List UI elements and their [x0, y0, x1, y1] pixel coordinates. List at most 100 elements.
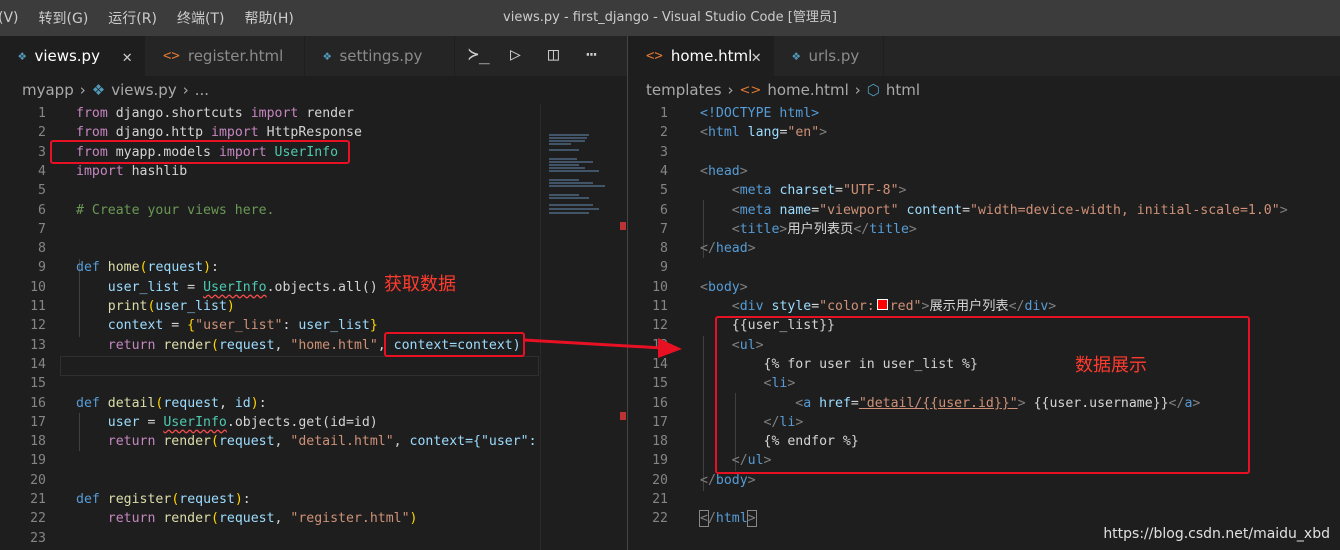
menu-item-run[interactable]: 运行(R) — [108, 8, 157, 28]
code-line: 16 def detail(request, id): — [0, 394, 627, 413]
breadcrumb: myapp › ❖ views.py › ... — [0, 76, 627, 104]
close-icon[interactable]: ✕ — [751, 47, 761, 66]
code-line: 3 — [628, 143, 1340, 162]
variable: request — [218, 511, 275, 527]
breadcrumb: templates › <> home.html › ⬡ html — [628, 76, 1340, 104]
line-number: 2 — [660, 125, 668, 141]
function-name: detail — [107, 395, 156, 411]
tab-label: home.html — [670, 47, 753, 65]
tab-views-py[interactable]: ❖ views.py ✕ — [0, 36, 145, 76]
keyword: import — [76, 163, 124, 179]
line-number: 22 — [30, 511, 46, 527]
tag-name: body — [715, 472, 748, 488]
line-number: 5 — [660, 183, 668, 199]
code-line: 15 — [0, 374, 627, 393]
attribute-value: "UTF-8" — [842, 183, 899, 199]
more-actions-icon[interactable]: ⋯ — [586, 44, 597, 65]
line-number: 17 — [652, 414, 668, 430]
breadcrumb-file[interactable]: home.html — [767, 81, 848, 99]
code-line: 2 <html lang="en"> — [628, 123, 1340, 142]
chevron-right-icon: › — [854, 81, 861, 99]
tab-register-html[interactable]: <> register.html — [145, 36, 305, 76]
identifier: HttpResponse — [266, 125, 362, 141]
menu-item-terminal[interactable]: 终端(T) — [177, 8, 224, 28]
line-number: 9 — [660, 260, 668, 276]
code-line: 5 <meta charset="UTF-8"> — [628, 181, 1340, 200]
variable: request — [218, 434, 275, 450]
string: "detail.html" — [290, 434, 394, 450]
line-number: 19 — [30, 453, 46, 469]
line-number: 7 — [660, 221, 668, 237]
attribute: lang — [747, 125, 780, 141]
python-icon: ❖ — [18, 48, 27, 64]
identifier: UserInfo — [163, 414, 227, 430]
line-number: 16 — [30, 395, 46, 411]
method-call: .objects.get(id=id) — [226, 414, 378, 430]
code-line: 6 <meta name="viewport" content="width=d… — [628, 201, 1340, 220]
breadcrumb-folder[interactable]: templates — [646, 81, 722, 99]
attribute-value: "en" — [787, 125, 820, 141]
annotation-get-data: 获取数据 — [384, 274, 456, 295]
code-line: 11 print(user_list) — [0, 297, 627, 316]
line-number: 10 — [30, 279, 46, 295]
line-number: 23 — [30, 530, 46, 546]
line-number: 12 — [30, 318, 46, 334]
tab-home-html[interactable]: <> home.html ✕ — [628, 36, 774, 76]
tag-name: title — [869, 221, 909, 237]
highlight-box-template — [715, 316, 1250, 474]
menu-item-goto[interactable]: 转到(G) — [39, 8, 89, 28]
identifier: render — [306, 106, 354, 121]
module: django.http — [115, 125, 204, 141]
split-editor-icon[interactable]: ◫ — [548, 44, 559, 65]
tab-label: urls.py — [808, 47, 860, 65]
highlight-box-import — [50, 140, 350, 164]
overview-ruler-error — [620, 412, 626, 420]
code-line: 10 <body> — [628, 278, 1340, 297]
menu-item-help[interactable]: 帮助(H) — [244, 8, 293, 28]
line-number: 21 — [30, 492, 46, 507]
keyword: from — [76, 125, 108, 141]
keyword: def — [76, 260, 100, 276]
breadcrumb-folder[interactable]: myapp — [22, 81, 74, 99]
line-number: 10 — [652, 279, 668, 295]
python-icon: ❖ — [792, 48, 801, 64]
tab-label: register.html — [187, 47, 284, 65]
tag-name: html — [707, 125, 740, 141]
attribute-value: "viewport" — [819, 202, 899, 218]
line-number: 4 — [660, 163, 668, 179]
cube-icon: ⬡ — [866, 81, 880, 99]
annotation-arrow — [523, 338, 682, 358]
minimap[interactable] — [540, 104, 611, 550]
parameter: id — [234, 395, 251, 411]
tag-name: meta — [739, 202, 772, 218]
code-line: 8 — [0, 239, 627, 258]
breadcrumb-symbol[interactable]: ... — [195, 81, 209, 99]
code-line: 7 <title>用户列表页</title> — [628, 220, 1340, 239]
breadcrumb-symbol[interactable]: html — [886, 81, 920, 99]
run-in-terminal-icon[interactable]: ≻_ — [468, 44, 490, 65]
function-name: home — [107, 260, 140, 276]
close-icon[interactable]: ✕ — [122, 47, 132, 66]
tag-name: div — [1024, 299, 1049, 314]
line-number: 4 — [38, 163, 46, 179]
line-number: 22 — [652, 511, 668, 527]
tab-label: views.py — [34, 47, 100, 65]
tag-name: head — [707, 163, 740, 179]
html-icon: <> — [739, 82, 762, 98]
line-number: 18 — [652, 434, 668, 450]
breadcrumb-file[interactable]: views.py — [111, 81, 177, 99]
title-bar: (V) 转到(G) 运行(R) 终端(T) 帮助(H) views.py - f… — [0, 0, 1340, 36]
line-number: 20 — [30, 472, 46, 488]
code-line: 21 def register(request): — [0, 490, 627, 509]
tab-settings-py[interactable]: ❖ settings.py — [305, 36, 455, 76]
line-number: 19 — [652, 453, 668, 469]
module: hashlib — [131, 163, 188, 179]
menu-item-view[interactable]: (V) — [0, 10, 19, 26]
color-swatch-icon[interactable] — [876, 299, 888, 310]
line-number: 20 — [652, 472, 668, 488]
code-line: 9 — [628, 258, 1340, 277]
run-icon[interactable]: ▷ — [510, 44, 521, 65]
code-line: 23 — [0, 529, 627, 548]
tab-urls-py[interactable]: ❖ urls.py — [774, 36, 884, 76]
code-line: 11 <div style="color: red">展示用户列表</div> — [628, 297, 1340, 316]
